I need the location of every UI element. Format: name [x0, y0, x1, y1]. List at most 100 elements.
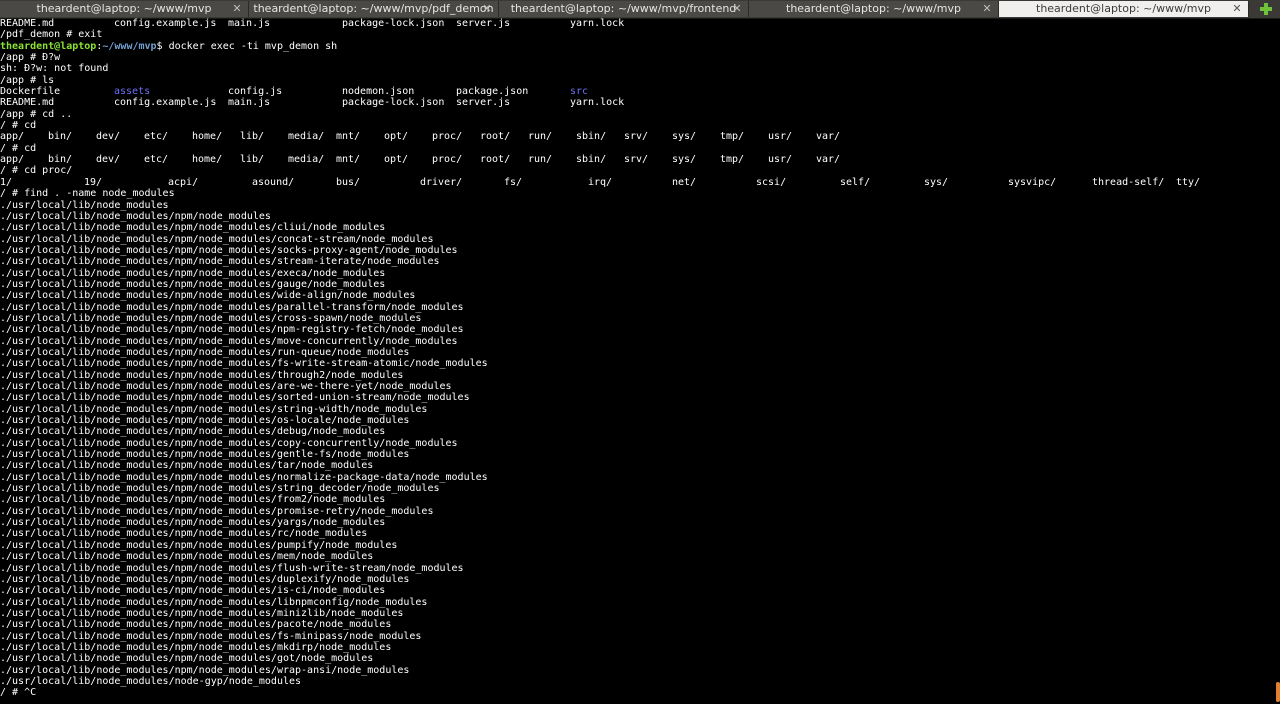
- terminal-text: ./usr/local/lib/node_modules/npm/node_mo…: [0, 267, 386, 279]
- close-icon[interactable]: ✕: [1232, 1, 1242, 17]
- terminal-line: ./usr/local/lib/node_modules/npm/node_mo…: [0, 245, 1272, 256]
- tab-4-title: theardent@laptop: ~/www/mvp: [786, 2, 961, 15]
- close-icon[interactable]: ✕: [732, 1, 742, 17]
- listing-entry: srv/: [624, 131, 649, 143]
- terminal-line: ./usr/local/lib/node_modules/npm/node_mo…: [0, 506, 1272, 517]
- listing-entry: media/: [288, 131, 325, 143]
- terminal-line: ./usr/local/lib/node_modules/npm/node_mo…: [0, 563, 1272, 574]
- listing-entry: net/: [672, 176, 697, 188]
- terminal-text: ./usr/local/lib/node_modules/npm/node_mo…: [0, 403, 428, 415]
- listing-entry: usr/: [768, 131, 793, 143]
- listing-entry: main.js: [228, 97, 271, 109]
- listing-entry: Dockerfile: [0, 86, 61, 98]
- terminal-line: ./usr/local/lib/node_modules/npm/node_mo…: [0, 234, 1272, 245]
- listing-entry: config.example.js: [114, 18, 217, 29]
- listing-entry: opt/: [384, 131, 409, 143]
- listing-entry: opt/: [384, 154, 409, 166]
- terminal-line: ./usr/local/lib/node_modules/npm/node_mo…: [0, 358, 1272, 369]
- terminal-text: ./usr/local/lib/node_modules/npm/node_mo…: [0, 256, 440, 268]
- terminal-line: ./usr/local/lib/node_modules/npm/node_mo…: [0, 438, 1272, 449]
- terminal-text: ./usr/local/lib/node_modules/npm/node_mo…: [0, 607, 404, 619]
- terminal-text: sh: Ð?w: not found: [0, 63, 109, 75]
- listing-entry: yarn.lock: [570, 18, 625, 29]
- listing-entry: acpi/: [168, 176, 199, 188]
- close-icon[interactable]: ✕: [982, 1, 992, 17]
- listing-entry: package-lock.json: [342, 97, 445, 109]
- terminal-line: ./usr/local/lib/node_modules/npm/node_mo…: [0, 370, 1272, 381]
- terminal-line: ./usr/local/lib/node_modules/npm/node_mo…: [0, 426, 1272, 437]
- listing-entry: var/: [816, 154, 841, 166]
- listing-entry: usr/: [768, 154, 793, 166]
- terminal-line: ./usr/local/lib/node_modules/npm/node_mo…: [0, 631, 1272, 642]
- prompt-command: $ docker exec -ti mvp_demon sh: [156, 40, 338, 52]
- terminal-text: / # cd proc/: [0, 165, 73, 177]
- terminal-line: /app # cd ..: [0, 109, 1272, 120]
- terminal-text: ./usr/local/lib/node_modules: [0, 199, 169, 211]
- terminal-line: sh: Ð?w: not found: [0, 63, 1272, 74]
- terminal-line: /pdf_demon # exit: [0, 29, 1272, 40]
- terminal-line: ./usr/local/lib/node_modules/npm/node_mo…: [0, 256, 1272, 267]
- listing-entry: irq/: [588, 176, 613, 188]
- listing-entry: lib/: [240, 131, 265, 143]
- listing-entry: config.js: [228, 86, 283, 98]
- terminal-text: ./usr/local/lib/node_modules/npm/node_mo…: [0, 664, 410, 676]
- terminal-line: ./usr/local/lib/node_modules/npm/node_mo…: [0, 313, 1272, 324]
- listing-entry: root/: [480, 131, 511, 143]
- tab-3-title: theardent@laptop: ~/www/mvp/frontend: [510, 2, 737, 15]
- close-icon[interactable]: ✕: [482, 1, 492, 17]
- tab-5-title: theardent@laptop: ~/www/mvp: [1036, 2, 1211, 15]
- terminal-text: / # cd: [0, 120, 37, 132]
- terminal-line: /app # Ð?w: [0, 52, 1272, 63]
- listing-entry: tmp/: [720, 131, 745, 143]
- terminal-text: ./usr/local/lib/node_modules/npm/node_mo…: [0, 210, 271, 222]
- terminal-text: ./usr/local/lib/node_modules/npm/node_mo…: [0, 301, 464, 313]
- listing-entry: sysvipc/: [1008, 176, 1057, 188]
- terminal-output[interactable]: README.md config.example.js main.js package…: [0, 18, 1272, 704]
- scrollbar-thumb[interactable]: [1276, 682, 1280, 702]
- tab-1[interactable]: theardent@laptop: ~/www/mvp ✕: [0, 1, 249, 17]
- tab-3[interactable]: theardent@laptop: ~/www/mvp/frontend ✕: [499, 1, 749, 17]
- listing-entry: 1/: [0, 176, 13, 188]
- terminal-text: ./usr/local/lib/node_modules/npm/node_mo…: [0, 494, 386, 506]
- tab-2[interactable]: theardent@laptop: ~/www/mvp/pdf_demon ✕: [249, 1, 499, 17]
- terminal-line: ./usr/local/lib/node_modules/npm/node_mo…: [0, 302, 1272, 313]
- terminal-line: theardent@laptop:~/www/mvp$ docker exec …: [0, 40, 338, 52]
- terminal-line: ./usr/local/lib/node_modules/npm/node_mo…: [0, 619, 1272, 630]
- terminal-text: ./usr/local/lib/node_modules/npm/node_mo…: [0, 471, 488, 483]
- terminal-text: ./usr/local/lib/node_modules/node-gyp/no…: [0, 675, 302, 687]
- terminal-line: ./usr/local/lib/node_modules/npm/node_mo…: [0, 608, 1272, 619]
- tab-4[interactable]: theardent@laptop: ~/www/mvp ✕: [749, 1, 999, 17]
- prompt-user: theardent@laptop: [0, 40, 97, 52]
- terminal-text: ./usr/local/lib/node_modules/npm/node_mo…: [0, 278, 386, 290]
- tab-bar: theardent@laptop: ~/www/mvp ✕ theardent@…: [0, 0, 1280, 19]
- tab-5[interactable]: theardent@laptop: ~/www/mvp ✕: [999, 1, 1249, 17]
- terminal-text: ./usr/local/lib/node_modules/npm/node_mo…: [0, 641, 392, 653]
- new-tab-button[interactable]: [1258, 1, 1274, 17]
- listing-entry: server.js: [456, 18, 511, 29]
- close-icon[interactable]: ✕: [232, 1, 242, 17]
- listing-entry: scsi/: [756, 176, 787, 188]
- terminal-line: ./usr/local/lib/node_modules/npm/node_mo…: [0, 404, 1272, 415]
- listing-entry: dev/: [96, 154, 121, 166]
- terminal-line: ./usr/local/lib/node_modules/npm/node_mo…: [0, 585, 1272, 596]
- scrollbar[interactable]: [1272, 18, 1280, 704]
- terminal-text: ./usr/local/lib/node_modules/npm/node_mo…: [0, 233, 434, 245]
- terminal-text: ./usr/local/lib/node_modules/npm/node_mo…: [0, 619, 392, 631]
- terminal-line: README.md config.example.js main.js package…: [0, 97, 1272, 108]
- terminal-line: ./usr/local/lib/node_modules/npm/node_mo…: [0, 211, 1272, 222]
- listing-entry: mnt/: [336, 154, 361, 166]
- terminal-text: ./usr/local/lib/node_modules/npm/node_mo…: [0, 483, 440, 495]
- listing-entry: sbin/: [576, 154, 607, 166]
- listing-entry: home/: [192, 154, 223, 166]
- listing-entry: package.json: [456, 86, 529, 98]
- terminal-line: 1/19/acpi/asound/bus/driver/fs/irq/net/s…: [0, 177, 1272, 188]
- terminal-line: ./usr/local/lib/node_modules/npm/node_mo…: [0, 665, 1272, 676]
- terminal-text: ./usr/local/lib/node_modules/npm/node_mo…: [0, 585, 386, 597]
- terminal-text: ./usr/local/lib/node_modules/npm/node_mo…: [0, 449, 410, 461]
- listing-entry: home/: [192, 131, 223, 143]
- listing-entry: bin/: [48, 131, 73, 143]
- terminal-line: ./usr/local/lib/node_modules: [0, 200, 1272, 211]
- listing-entry: app/: [0, 131, 25, 143]
- terminal-line: app/bin/dev/etc/home/lib/media/mnt/opt/p…: [0, 154, 1272, 165]
- terminal-text: /app # Ð?w: [0, 52, 61, 64]
